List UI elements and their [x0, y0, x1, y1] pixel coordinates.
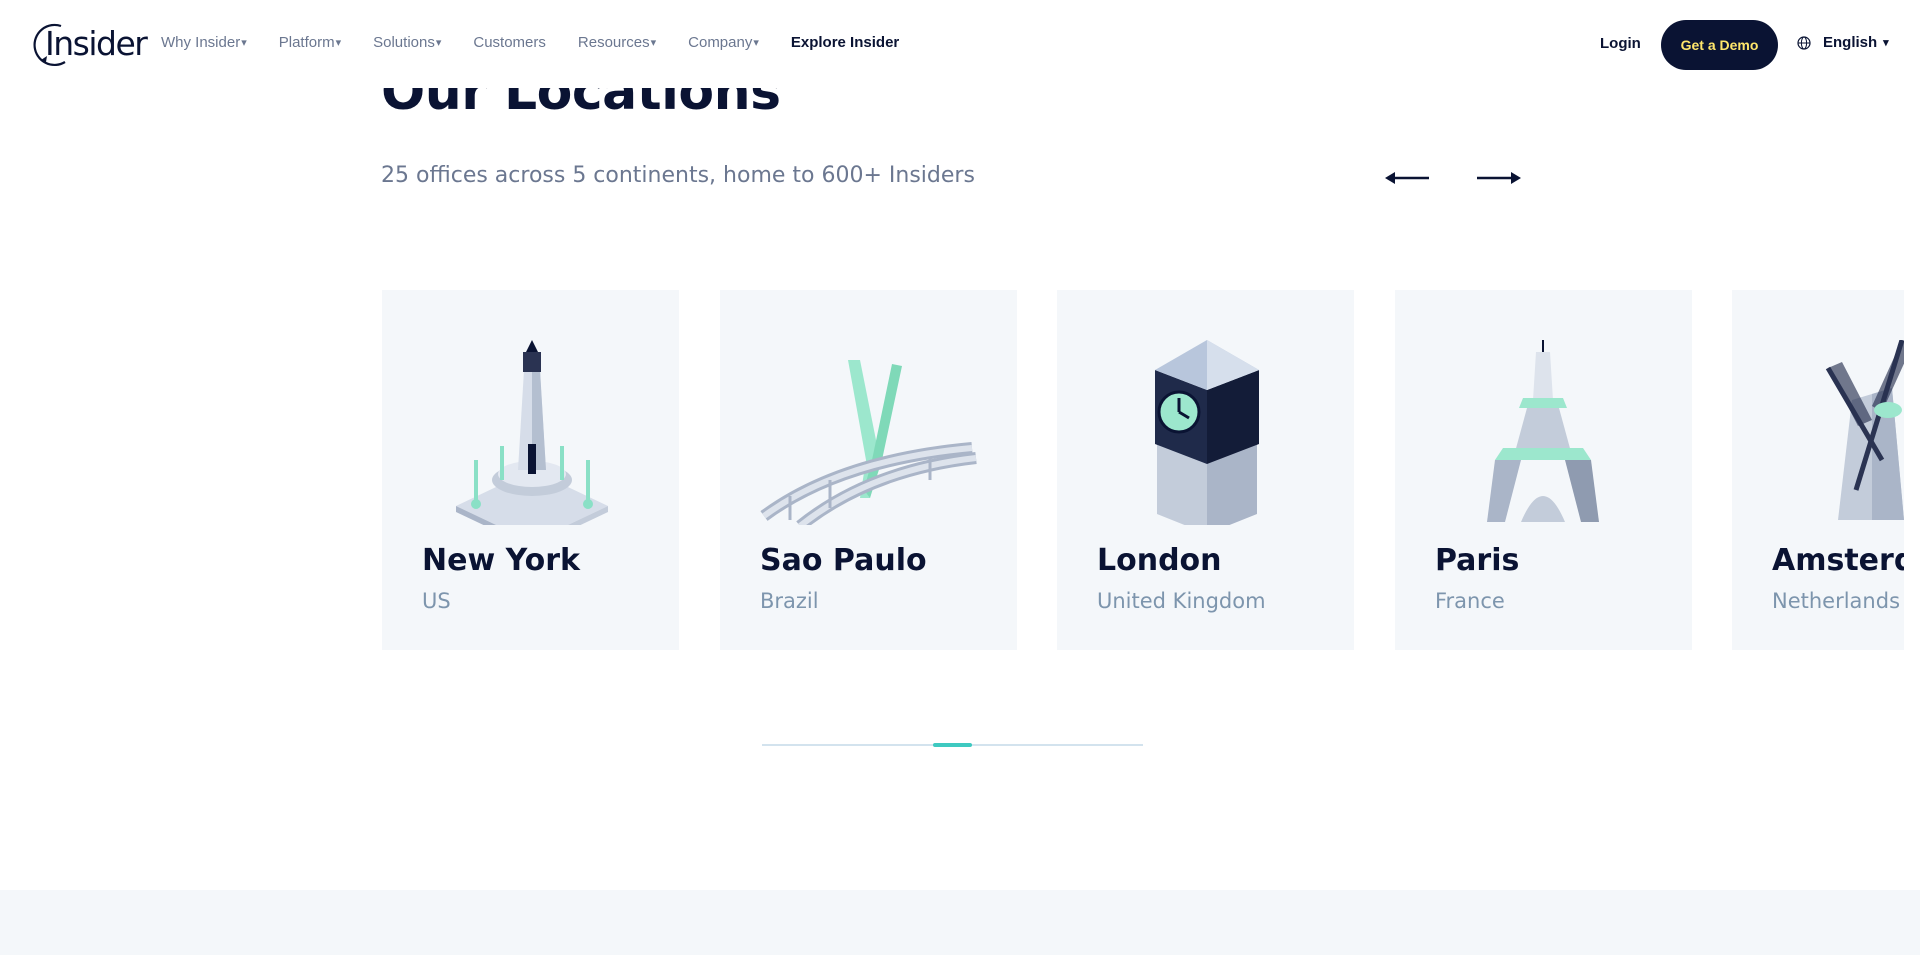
location-card-amsterdam[interactable]: Amsterdam Netherlands [1732, 290, 1904, 650]
arrow-left-icon[interactable] [1383, 166, 1431, 190]
location-city: New York [422, 543, 580, 578]
location-country: US [422, 589, 451, 613]
insider-logo[interactable]: Insider [31, 20, 148, 68]
lighthouse-monument-icon [456, 340, 608, 525]
nav-label: Platform [278, 34, 335, 51]
location-city: Paris [1435, 543, 1520, 578]
locations-carousel[interactable]: New York US Sao Paulo Brazil London Unit… [382, 290, 1904, 650]
globe-icon [1797, 35, 1811, 50]
language-label: English [1823, 34, 1878, 51]
location-card-new-york[interactable]: New York US [382, 290, 679, 650]
location-country: United Kingdom [1097, 589, 1266, 613]
arrow-right-icon[interactable] [1475, 166, 1523, 190]
nav-resources[interactable]: Resources ▾ [578, 34, 656, 51]
nav-label: Explore Insider [790, 34, 900, 51]
login-link[interactable]: Login [1600, 35, 1641, 52]
nav-label: Why Insider [161, 34, 241, 51]
nav-label: Customers [473, 34, 546, 51]
nav-solutions[interactable]: Solutions ▾ [373, 34, 441, 51]
location-country: Netherlands [1772, 589, 1901, 613]
logo-text: Insider [45, 24, 148, 63]
eiffel-tower-icon [1487, 340, 1599, 522]
location-city: Amsterdam [1772, 543, 1904, 578]
location-city: Sao Paulo [760, 543, 927, 578]
location-city: London [1097, 543, 1222, 578]
chevron-down-icon: ▾ [335, 37, 342, 49]
nav-label: Resources [577, 34, 650, 51]
clock-tower-icon [1155, 340, 1259, 525]
location-card-paris[interactable]: Paris France [1395, 290, 1692, 650]
location-card-london[interactable]: London United Kingdom [1057, 290, 1354, 650]
chevron-down-icon: ▾ [435, 37, 442, 49]
site-header: Insider Why Insider ▾ Platform ▾ Solutions… [0, 0, 1920, 88]
chevron-down-icon: ▾ [241, 37, 247, 49]
carousel-progress-track[interactable] [762, 743, 1143, 747]
windmill-icon [1825, 340, 1904, 520]
get-demo-button[interactable]: Get a Demo [1661, 20, 1778, 70]
cable-bridge-icon [760, 360, 977, 525]
next-section-band [0, 890, 1920, 955]
language-selector[interactable]: English ▾ [1797, 34, 1889, 51]
location-country: France [1435, 589, 1505, 613]
location-country: Brazil [760, 589, 819, 613]
nav-explore-insider[interactable]: Explore Insider [791, 34, 899, 51]
chevron-down-icon: ▾ [753, 37, 759, 49]
nav-company[interactable]: Company ▾ [688, 34, 759, 51]
carousel-progress-indicator [933, 743, 972, 747]
nav-customers[interactable]: Customers [473, 34, 546, 51]
main-nav: Why Insider ▾ Platform ▾ Solutions ▾ Custom… [161, 34, 931, 51]
section-subtitle: 25 offices across 5 continents, home to … [381, 163, 975, 188]
nav-why-insider[interactable]: Why Insider ▾ [161, 34, 247, 51]
chevron-down-icon: ▾ [650, 37, 657, 49]
chevron-down-icon: ▾ [1883, 37, 1889, 49]
nav-label: Company [688, 34, 753, 51]
nav-label: Solutions [373, 34, 435, 51]
location-card-sao-paulo[interactable]: Sao Paulo Brazil [720, 290, 1017, 650]
nav-platform[interactable]: Platform ▾ [279, 34, 341, 51]
